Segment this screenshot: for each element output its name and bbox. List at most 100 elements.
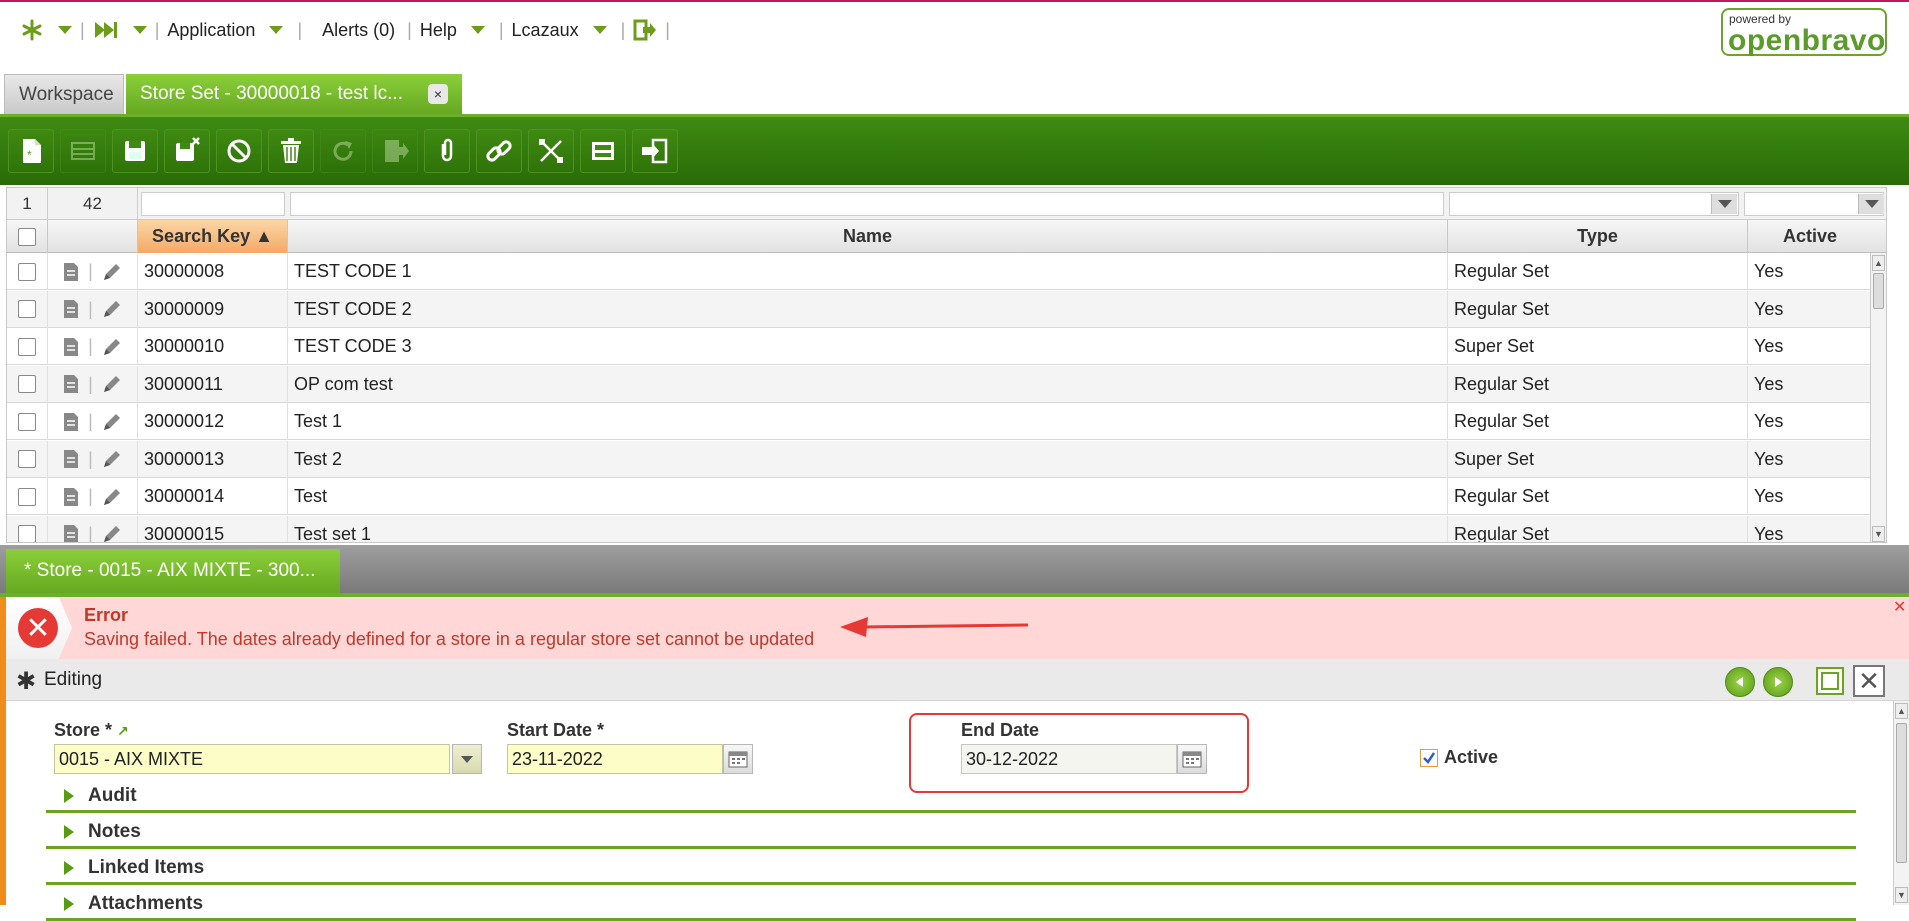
open-document-icon[interactable] xyxy=(62,337,80,357)
name-header[interactable]: Name xyxy=(288,220,1448,253)
open-document-icon[interactable] xyxy=(62,412,80,432)
type-header[interactable]: Type xyxy=(1448,220,1748,253)
end-date-field[interactable]: 30-12-2022 xyxy=(961,744,1177,774)
form-scrollbar[interactable]: ▲ ▼ xyxy=(1893,701,1909,905)
tools-button[interactable] xyxy=(528,129,574,173)
nav-separator: | xyxy=(665,19,670,40)
previous-record-button[interactable] xyxy=(1725,667,1755,697)
form-section[interactable]: Notes xyxy=(46,815,1856,849)
new-document-button[interactable]: * xyxy=(8,129,54,173)
open-document-icon[interactable] xyxy=(62,449,80,469)
link-arrow-icon[interactable]: ↗ xyxy=(117,723,129,739)
actions-separator: | xyxy=(88,336,93,356)
active-header[interactable]: Active xyxy=(1748,220,1872,253)
open-document-icon[interactable] xyxy=(62,299,80,319)
grid-scrollbar[interactable]: ▲ ▼ xyxy=(1870,253,1886,542)
store-field-label: Store * ↗ xyxy=(54,720,129,741)
row-checkbox[interactable] xyxy=(18,262,36,281)
active-cell: Yes xyxy=(1754,486,1784,506)
chevron-down-icon[interactable] xyxy=(58,26,72,34)
print-layout-button[interactable] xyxy=(580,129,626,173)
form-scroll-up-icon[interactable]: ▲ xyxy=(1895,703,1908,719)
start-date-picker-button[interactable] xyxy=(723,744,753,774)
quick-launch-menu[interactable] xyxy=(20,2,72,58)
close-tab-icon[interactable]: × xyxy=(428,84,448,104)
alerts-link[interactable]: Alerts (0) xyxy=(322,2,395,58)
grid-scroll-thumb[interactable] xyxy=(1873,273,1884,309)
table-row[interactable]: | 30000012 Test 1 Regular Set Yes xyxy=(7,403,1872,440)
help-menu[interactable]: Help xyxy=(420,2,485,58)
active-filter-dropdown-icon[interactable] xyxy=(1858,194,1884,214)
form-section[interactable]: Audit xyxy=(46,779,1856,813)
search-key-filter[interactable] xyxy=(141,192,285,216)
form-scroll-thumb[interactable] xyxy=(1896,723,1907,863)
export-button[interactable] xyxy=(372,129,418,173)
table-row[interactable]: | 30000008 TEST CODE 1 Regular Set Yes xyxy=(7,253,1872,290)
delete-button[interactable] xyxy=(268,129,314,173)
table-row[interactable]: | 30000014 Test Regular Set Yes xyxy=(7,478,1872,515)
type-filter[interactable] xyxy=(1449,192,1739,216)
next-record-button[interactable] xyxy=(1763,667,1793,697)
pencil-edit-icon[interactable] xyxy=(101,261,123,283)
pencil-edit-icon[interactable] xyxy=(101,411,123,433)
user-name: Lcazaux xyxy=(511,19,579,40)
chevron-down-icon[interactable] xyxy=(132,26,147,34)
end-date-picker-button[interactable] xyxy=(1177,744,1207,774)
name-filter[interactable] xyxy=(290,192,1444,216)
form-section[interactable]: Attachments xyxy=(46,887,1856,921)
refresh-button[interactable] xyxy=(320,129,366,173)
close-form-button[interactable]: ✕ xyxy=(1853,665,1885,697)
type-filter-dropdown-icon[interactable] xyxy=(1711,194,1737,214)
form-section[interactable]: Linked Items xyxy=(46,851,1856,885)
pencil-edit-icon[interactable] xyxy=(101,373,123,395)
form-scroll-down-icon[interactable]: ▼ xyxy=(1895,887,1908,903)
pencil-edit-icon[interactable] xyxy=(101,523,123,543)
tab-store-set[interactable]: Store Set - 30000018 - test lc... × xyxy=(126,74,462,114)
application-menu[interactable]: Application xyxy=(167,2,284,58)
row-checkbox[interactable] xyxy=(18,375,36,393)
store-field[interactable]: 0015 - AIX MIXTE xyxy=(54,744,450,774)
scroll-up-icon[interactable]: ▲ xyxy=(1872,255,1885,271)
start-date-field[interactable]: 23-11-2022 xyxy=(507,744,723,774)
table-row[interactable]: | 30000015 Test set 1 Regular Set Yes xyxy=(7,515,1872,543)
open-document-icon[interactable] xyxy=(62,487,80,507)
scroll-down-icon[interactable]: ▼ xyxy=(1872,526,1885,542)
tab-store[interactable]: * Store - 0015 - AIX MIXTE - 300... xyxy=(6,549,340,593)
pencil-edit-icon[interactable] xyxy=(101,486,123,508)
active-checkbox[interactable] xyxy=(1420,749,1438,767)
search-key-header[interactable]: Search Key ▲ xyxy=(138,220,288,253)
open-document-icon[interactable] xyxy=(62,524,80,543)
row-select-cell xyxy=(7,290,48,328)
row-checkbox[interactable] xyxy=(18,450,36,468)
navigate-button[interactable] xyxy=(632,129,678,173)
row-checkbox[interactable] xyxy=(18,337,36,356)
row-checkbox[interactable] xyxy=(18,487,36,506)
row-checkbox[interactable] xyxy=(18,300,36,318)
save-close-button[interactable] xyxy=(164,129,210,173)
undo-button[interactable] xyxy=(216,129,262,173)
tab-workspace[interactable]: Workspace xyxy=(4,74,124,114)
save-button[interactable] xyxy=(112,129,158,173)
pencil-edit-icon[interactable] xyxy=(101,336,123,358)
open-document-icon[interactable] xyxy=(62,374,80,394)
new-row-button[interactable] xyxy=(60,129,106,173)
pencil-edit-icon[interactable] xyxy=(101,298,123,320)
pencil-edit-icon[interactable] xyxy=(101,448,123,470)
logout-button[interactable] xyxy=(633,2,657,58)
close-message-icon[interactable]: ✕ xyxy=(1893,600,1907,616)
row-checkbox[interactable] xyxy=(18,412,36,431)
maximize-button[interactable] xyxy=(1816,667,1844,695)
store-dropdown-button[interactable] xyxy=(452,744,482,774)
row-checkbox[interactable] xyxy=(18,525,36,542)
open-document-icon[interactable] xyxy=(62,262,80,282)
quick-create-menu[interactable] xyxy=(93,2,147,58)
table-row[interactable]: | 30000011 OP com test Regular Set Yes xyxy=(7,365,1872,403)
link-button[interactable] xyxy=(476,129,522,173)
table-row[interactable]: | 30000009 TEST CODE 2 Regular Set Yes xyxy=(7,290,1872,328)
attachment-button[interactable] xyxy=(424,129,470,173)
user-menu[interactable]: Lcazaux xyxy=(512,2,607,58)
nav-separator: | xyxy=(297,19,303,40)
select-all-checkbox[interactable] xyxy=(18,227,36,246)
table-row[interactable]: | 30000013 Test 2 Super Set Yes xyxy=(7,440,1872,478)
table-row[interactable]: | 30000010 TEST CODE 3 Super Set Yes xyxy=(7,328,1872,365)
